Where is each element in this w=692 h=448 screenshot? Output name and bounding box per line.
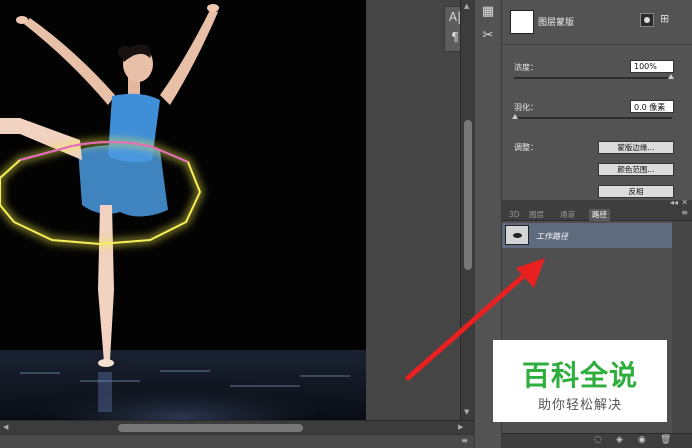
watermark-title: 百科全说 xyxy=(521,359,638,392)
annotation-arrow-head xyxy=(516,258,545,288)
photoshop-window: A| ¶ ▲ ▼ ◀ ▶ ≡ ▦ ✂ 图层蒙版 ⊞ 浓度： 100% 羽化： 0… xyxy=(0,0,692,448)
watermark-subtitle: 助你轻松解决 xyxy=(537,398,622,413)
watermark: 百科全说 助你轻松解决 xyxy=(493,340,667,422)
